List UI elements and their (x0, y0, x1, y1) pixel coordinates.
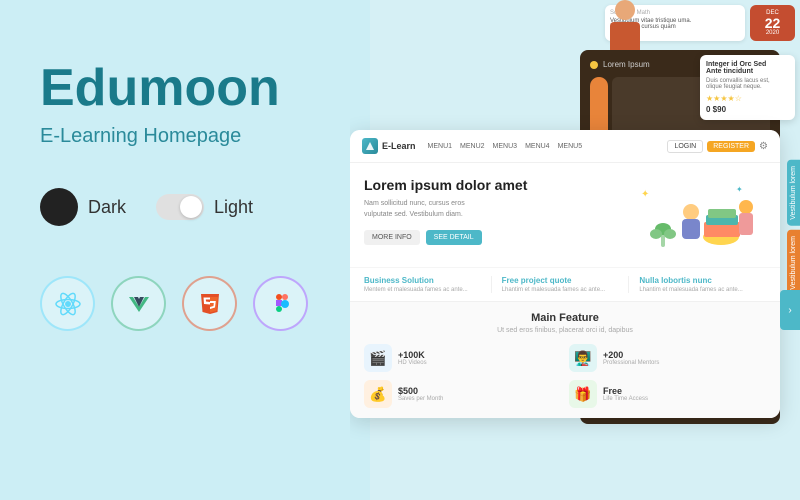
toggle-knob (180, 196, 202, 218)
nav-logo: E-Learn (362, 138, 416, 154)
nav-logo-text: E-Learn (382, 141, 416, 151)
nav-links: MENU1 MENU2 MENU3 MENU4 MENU5 (428, 143, 656, 150)
stat-desc-2: Lhantim et malesuada fames ac ante... (502, 287, 619, 293)
stat-title-2: Free project quote (502, 276, 619, 285)
feature-item-4: 🎁 Free Life Time Access (569, 380, 766, 408)
feature-label-3: Saves per Month (398, 396, 443, 402)
feature-item-3: 💰 $500 Saves per Month (364, 380, 561, 408)
dot-indicator (590, 61, 598, 69)
login-button[interactable]: LOGIN (667, 140, 703, 153)
feature-label-1: HD Videos (398, 360, 427, 366)
mockup-stats: Business Solution Mentem et malesuada fa… (350, 267, 780, 301)
features-grid: 🎬 +100K HD Videos 👨‍🏫 +200 Professional … (364, 344, 766, 408)
stat-title-3: Nulla lobortis nunc (639, 276, 756, 285)
hero-illustration: ✦ ✦ (636, 177, 766, 257)
light-label: Light (214, 197, 253, 218)
info-card-text: Duis convallis lacus est,olique feugiat … (706, 78, 789, 90)
brand-title: Edumoon (40, 60, 330, 117)
info-card: Integer id Orc SedAnte tincidunt Duis co… (700, 55, 795, 120)
svg-text:✦: ✦ (736, 185, 743, 194)
mockup-features: Main Feature Ut sed eros finibus, placer… (350, 301, 780, 418)
star-rating: ★★★★☆ (706, 94, 789, 103)
vue-icon (111, 276, 166, 331)
feature-count-4: Free (603, 386, 648, 396)
hero-buttons: MORE INFO SEE DETAIL (364, 230, 626, 245)
feature-label-2: Professional Mentors (603, 360, 659, 366)
features-title: Main Feature (364, 312, 766, 324)
vert-label-1: Vestibulum lorem (787, 160, 800, 226)
feature-count-2: +200 (603, 350, 659, 360)
feature-icon-savings: 💰 (364, 380, 392, 408)
features-subtitle: Ut sed eros finibus, placerat orci id, d… (364, 327, 766, 334)
feature-item-1: 🎬 +100K HD Videos (364, 344, 561, 372)
nav-menu4[interactable]: MENU4 (525, 143, 550, 150)
figma-icon (253, 276, 308, 331)
dark-label: Dark (88, 197, 126, 218)
tech-icons (40, 276, 330, 331)
feature-item-2: 👨‍🏫 +200 Professional Mentors (569, 344, 766, 372)
mockup-hero: Lorem ipsum dolor amet Nam sollicitud nu… (350, 163, 780, 267)
stat-item-3: Nulla lobortis nunc Lhantim et malesuada… (639, 276, 766, 293)
vert-label-2: Vestibulum lorem (787, 230, 800, 296)
nav-logo-icon (362, 138, 378, 154)
register-button[interactable]: REGISTER (707, 141, 755, 152)
left-panel: Edumoon E-Learning Homepage Dark Light (0, 0, 370, 500)
hero-text: Lorem ipsum dolor amet Nam sollicitud nu… (364, 177, 626, 257)
hero-body: Nam sollicitud nunc, cursus erosvulputat… (364, 199, 626, 220)
more-info-button[interactable]: MORE INFO (364, 230, 420, 245)
feature-info-3: $500 Saves per Month (398, 386, 443, 402)
toggle-section: Dark Light (40, 188, 330, 226)
html5-icon (182, 276, 237, 331)
stat-item-1: Business Solution Mentem et malesuada fa… (364, 276, 492, 293)
stat-desc-1: Mentem et malesuada fames ac ante... (364, 287, 481, 293)
stat-desc-3: Lhantim et malesuada fames ac ante... (639, 287, 756, 293)
mockup-navbar: E-Learn MENU1 MENU2 MENU3 MENU4 MENU5 LO… (350, 130, 780, 163)
stat-title-1: Business Solution (364, 276, 481, 285)
feature-info-1: +100K HD Videos (398, 350, 427, 366)
feature-icon-mentors: 👨‍🏫 (569, 344, 597, 372)
nav-menu3[interactable]: MENU3 (493, 143, 518, 150)
right-panel: Science · Math Vestibulum vitae tristiqu… (350, 0, 800, 500)
svg-text:✦: ✦ (641, 189, 649, 200)
feature-count-3: $500 (398, 386, 443, 396)
feature-count-1: +100K (398, 350, 427, 360)
nav-buttons: LOGIN REGISTER ⚙ (667, 140, 768, 153)
toggle-switch[interactable] (156, 194, 204, 220)
nav-menu5[interactable]: MENU5 (558, 143, 583, 150)
react-icon (40, 276, 95, 331)
hero-title: Lorem ipsum dolor amet (364, 177, 626, 193)
main-mockup: E-Learn MENU1 MENU2 MENU3 MENU4 MENU5 LO… (350, 130, 780, 418)
date-day: 22 (755, 16, 790, 30)
feature-icon-videos: 🎬 (364, 344, 392, 372)
date-year: 2020 (755, 30, 790, 36)
right-arrow-button[interactable]: › (780, 290, 800, 330)
vertical-labels: Vestibulum lorem Vestibulum lorem (787, 160, 800, 295)
nav-menu2[interactable]: MENU2 (460, 143, 485, 150)
feature-icon-access: 🎁 (569, 380, 597, 408)
feature-info-4: Free Life Time Access (603, 386, 648, 402)
brand-subtitle: E-Learning Homepage (40, 125, 330, 148)
info-card-title: Integer id Orc SedAnte tincidunt (706, 61, 789, 75)
dark-toggle-item[interactable]: Dark (40, 188, 126, 226)
feature-info-2: +200 Professional Mentors (603, 350, 659, 366)
person-head (615, 0, 635, 20)
dark-mockup-label: Lorem Ipsum (603, 60, 650, 69)
see-detail-button[interactable]: SEE DETAIL (426, 230, 482, 245)
dark-mode-icon (40, 188, 78, 226)
nav-menu1[interactable]: MENU1 (428, 143, 453, 150)
settings-icon[interactable]: ⚙ (759, 141, 768, 152)
feature-label-4: Life Time Access (603, 396, 648, 402)
price-label: 0 $90 (706, 105, 789, 114)
top-card-date: DEC 22 2020 (750, 5, 795, 41)
stat-item-2: Free project quote Lhantim et malesuada … (502, 276, 630, 293)
light-toggle-item[interactable]: Light (156, 194, 253, 220)
